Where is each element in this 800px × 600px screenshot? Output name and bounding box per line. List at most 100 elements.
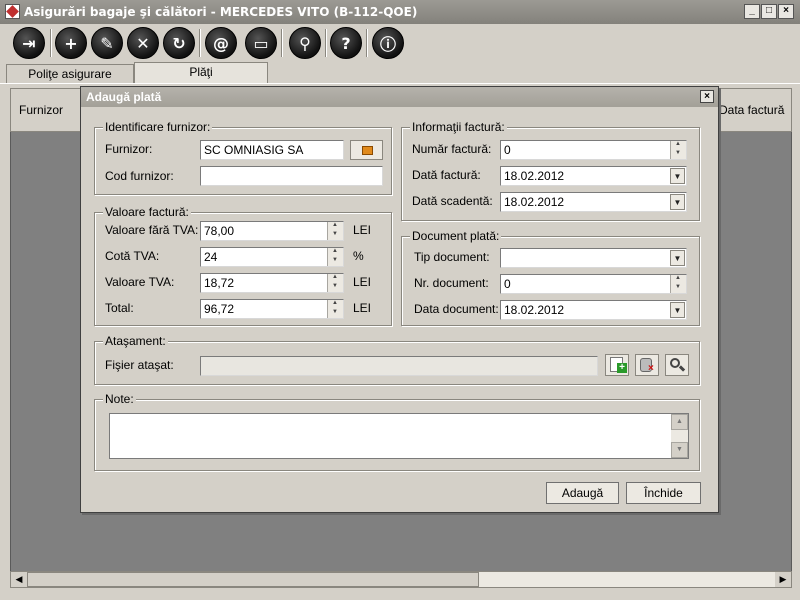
remove-attachment-button[interactable]: × xyxy=(635,354,659,376)
supplier-group: Identificare furnizor: Furnizor: SC OMNI… xyxy=(94,120,392,195)
edit-icon[interactable]: ✎ xyxy=(91,27,123,59)
supplier-field[interactable]: SC OMNIASIG SA xyxy=(200,140,344,160)
exit-icon[interactable]: ⇥ xyxy=(13,27,45,59)
spinner-icon[interactable] xyxy=(327,248,343,266)
delete-icon: × xyxy=(648,363,654,374)
invoice-date-label: Dată factură: xyxy=(412,168,481,182)
chevron-down-icon[interactable]: ▼ xyxy=(670,250,685,266)
document-number-text: 0 xyxy=(504,277,511,291)
document-date-picker[interactable]: 18.02.2012 ▼ xyxy=(500,300,687,320)
dialog-title: Adaugă plată xyxy=(86,90,162,104)
invoice-value-group: Valoare factură: Valoare fără TVA: 78,00… xyxy=(94,205,392,326)
payment-document-legend: Document plată: xyxy=(410,229,502,243)
notes-group: Note: ▲ ▼ xyxy=(94,392,700,471)
maximize-button[interactable]: □ xyxy=(761,4,777,19)
vat-rate-unit: % xyxy=(353,249,364,263)
notes-scrollbar[interactable]: ▲ ▼ xyxy=(671,414,688,458)
dialog-titlebar: Adaugă plată × xyxy=(81,87,718,107)
print-icon[interactable]: ▭ xyxy=(245,27,277,59)
column-header-invoice-date[interactable]: Data factură xyxy=(719,103,784,117)
toolbar-separator xyxy=(325,29,327,57)
invoice-number-text: 0 xyxy=(504,143,511,157)
document-number-label: Nr. document: xyxy=(414,276,489,290)
document-type-select[interactable]: ▼ xyxy=(500,248,687,268)
refresh-icon[interactable]: ↻ xyxy=(163,27,195,59)
spinner-icon[interactable] xyxy=(327,274,343,292)
total-text: 96,72 xyxy=(204,302,235,316)
app-icon xyxy=(5,4,20,19)
invoice-date-text: 18.02.2012 xyxy=(504,169,565,183)
supplier-code-label: Cod furnizor: xyxy=(105,169,174,183)
scroll-left-icon[interactable]: ◀ xyxy=(11,572,27,587)
scrollbar-thumb[interactable] xyxy=(27,572,479,587)
vat-value-field[interactable]: 18,72 xyxy=(200,273,344,293)
document-number-field[interactable]: 0 xyxy=(500,274,687,294)
add-attachment-button[interactable]: + xyxy=(605,354,629,376)
chevron-down-icon[interactable]: ▼ xyxy=(670,194,685,210)
due-date-text: 18.02.2012 xyxy=(504,195,565,209)
column-header-supplier[interactable]: Furnizor xyxy=(19,103,63,117)
toolbar-separator xyxy=(366,29,368,57)
dialog-close-button[interactable]: × xyxy=(700,90,714,103)
invoice-number-field[interactable]: 0 xyxy=(500,140,687,160)
attached-file-label: Fişier ataşat: xyxy=(105,358,174,372)
scroll-down-icon[interactable]: ▼ xyxy=(671,442,688,458)
vat-rate-label: Cotă TVA: xyxy=(105,249,160,263)
supplier-legend: Identificare furnizor: xyxy=(103,120,213,134)
chevron-down-icon[interactable]: ▼ xyxy=(670,168,685,184)
notes-textarea[interactable]: ▲ ▼ xyxy=(109,413,689,459)
toolbar-separator xyxy=(50,29,52,57)
spinner-icon[interactable] xyxy=(670,275,686,293)
scroll-right-icon[interactable]: ▶ xyxy=(775,572,791,587)
net-value-field[interactable]: 78,00 xyxy=(200,221,344,241)
info-icon[interactable]: ⓘ xyxy=(372,27,404,59)
vat-value-label: Valoare TVA: xyxy=(105,275,175,289)
window-close-button[interactable]: × xyxy=(778,4,794,19)
minimize-button[interactable]: _ xyxy=(744,4,760,19)
toolbar-separator xyxy=(281,29,283,57)
net-value-text: 78,00 xyxy=(204,224,235,238)
horizontal-scrollbar[interactable]: ◀ ▶ xyxy=(10,571,792,588)
net-value-unit: LEI xyxy=(353,223,372,237)
spinner-icon[interactable] xyxy=(327,300,343,318)
add-button[interactable]: Adaugă xyxy=(546,482,619,504)
spinner-icon[interactable] xyxy=(327,222,343,240)
attached-file-field[interactable] xyxy=(200,356,598,376)
attachment-group: Ataşament: Fişier ataşat: + × xyxy=(94,334,700,385)
delete-icon[interactable]: ✕ xyxy=(127,27,159,59)
chevron-down-icon[interactable]: ▼ xyxy=(670,302,685,318)
email-icon[interactable]: @ xyxy=(205,27,237,59)
payment-document-group: Document plată: Tip document: ▼ Nr. docu… xyxy=(401,229,700,326)
toolbar: ⇥ + ✎ ✕ ↻ @ ▭ ⚲ ? ⓘ xyxy=(0,24,800,62)
toolbar-separator xyxy=(199,29,201,57)
window-titlebar: Asigurări bagaje şi călători - MERCEDES … xyxy=(0,0,800,24)
total-field[interactable]: 96,72 xyxy=(200,299,344,319)
search-icon[interactable]: ⚲ xyxy=(289,27,321,59)
supplier-code-field[interactable] xyxy=(200,166,383,186)
vat-value-unit: LEI xyxy=(353,275,372,289)
document-date-text: 18.02.2012 xyxy=(504,303,565,317)
list-icon xyxy=(362,146,373,155)
invoice-date-picker[interactable]: 18.02.2012 ▼ xyxy=(500,166,687,186)
vat-rate-field[interactable]: 24 xyxy=(200,247,344,267)
total-label: Total: xyxy=(105,301,134,315)
supplier-picker-button[interactable] xyxy=(350,140,383,160)
tab-payments[interactable]: Plăţi xyxy=(134,62,268,84)
invoice-value-legend: Valoare factură: xyxy=(103,205,191,219)
net-value-label: Valoare fără TVA: xyxy=(105,223,199,237)
notes-legend: Note: xyxy=(103,392,136,406)
view-attachment-button[interactable] xyxy=(665,354,689,376)
invoice-number-label: Număr factură: xyxy=(412,142,492,156)
help-icon[interactable]: ? xyxy=(330,27,362,59)
spinner-icon[interactable] xyxy=(670,141,686,159)
plus-icon: + xyxy=(617,363,627,373)
close-button[interactable]: Închide xyxy=(626,482,701,504)
add-payment-dialog: Adaugă plată × Identificare furnizor: Fu… xyxy=(80,86,719,513)
tab-divider xyxy=(0,83,800,84)
tab-policies[interactable]: Poliţe asigurare xyxy=(6,64,134,84)
due-date-label: Dată scadentă: xyxy=(412,194,493,208)
due-date-picker[interactable]: 18.02.2012 ▼ xyxy=(500,192,687,212)
add-icon[interactable]: + xyxy=(55,27,87,59)
scroll-up-icon[interactable]: ▲ xyxy=(671,414,688,430)
supplier-label: Furnizor: xyxy=(105,142,153,156)
